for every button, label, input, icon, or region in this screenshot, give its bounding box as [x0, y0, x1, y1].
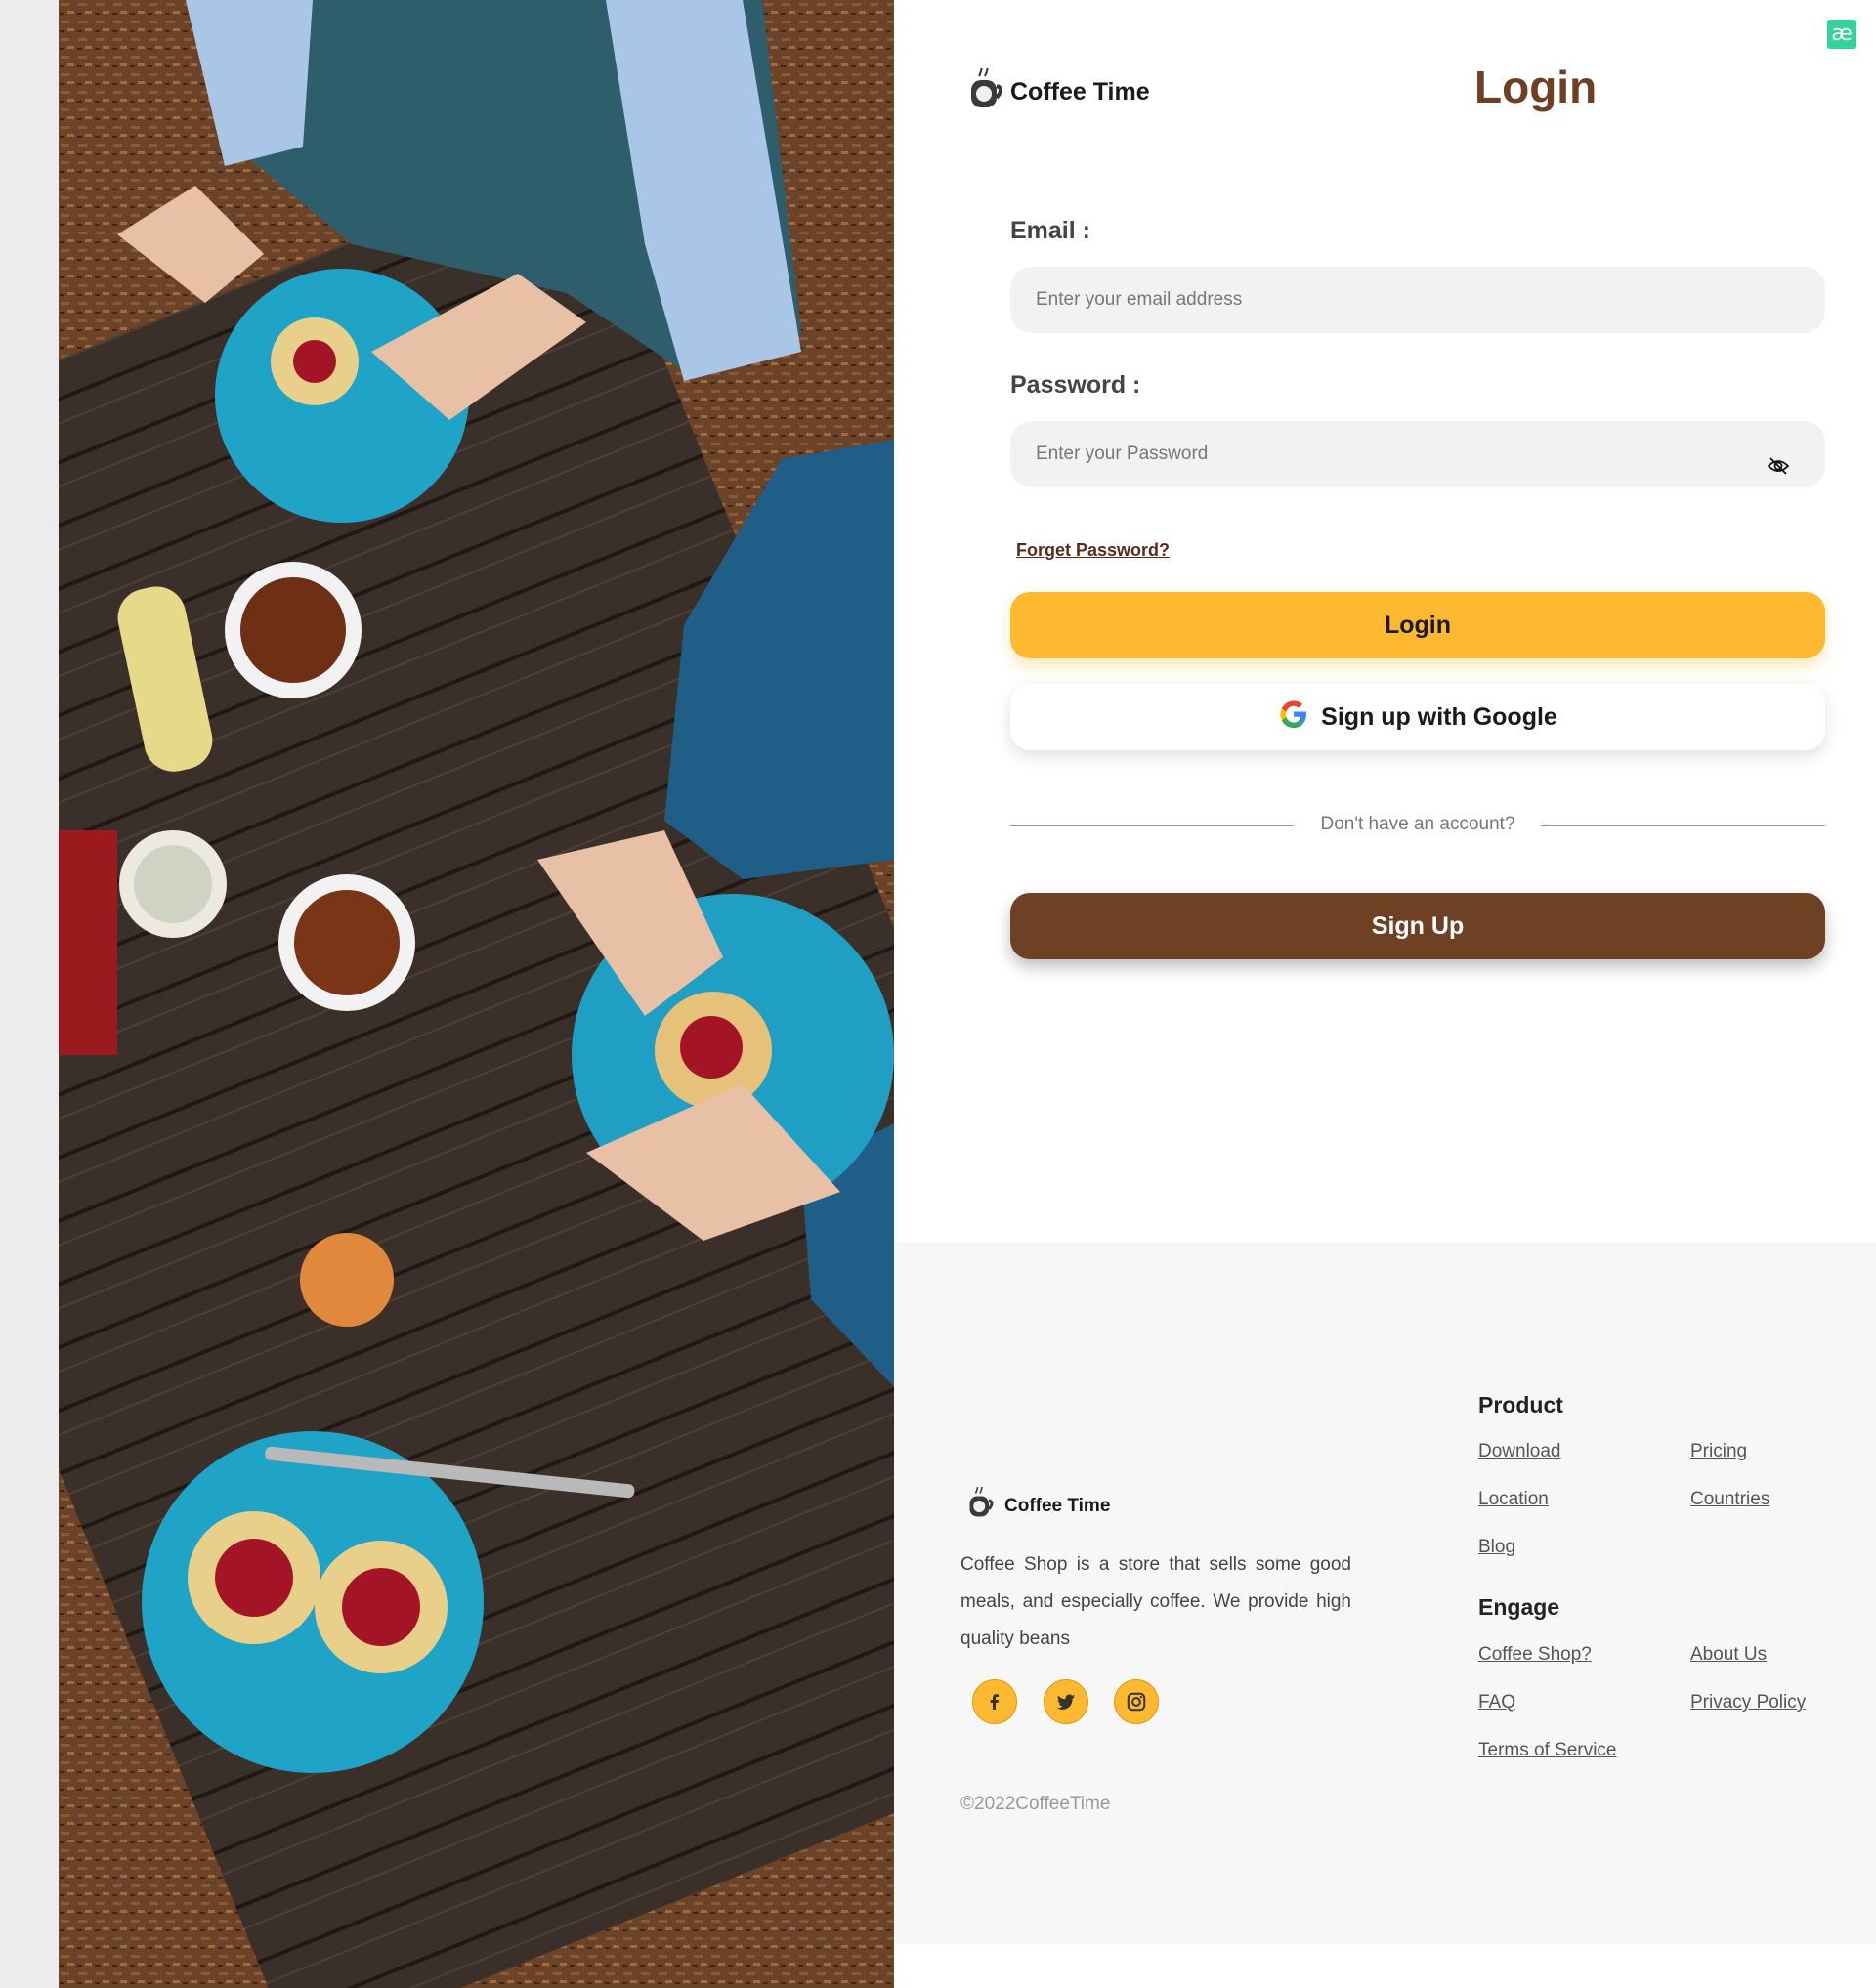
password-label: Password :: [1010, 371, 1141, 399]
footer-link-privacy-policy[interactable]: Privacy Policy: [1690, 1692, 1806, 1713]
facebook-icon[interactable]: [972, 1679, 1017, 1724]
brand-logo[interactable]: Coffee Time: [965, 62, 1150, 116]
footer-link-about-us[interactable]: About Us: [1690, 1644, 1767, 1666]
footer-link-countries[interactable]: Countries: [1690, 1489, 1769, 1510]
password-field[interactable]: [1010, 421, 1825, 487]
no-account-text: Don't have an account?: [1320, 814, 1515, 834]
google-signup-button[interactable]: Sign up with Google: [1010, 684, 1825, 750]
signup-button-label: Sign Up: [1371, 911, 1465, 940]
footer-link-pricing[interactable]: Pricing: [1690, 1441, 1747, 1462]
footer-product-heading: Product: [1478, 1392, 1563, 1417]
email-field[interactable]: [1010, 267, 1825, 333]
footer-link-blog[interactable]: Blog: [1478, 1537, 1515, 1558]
footer-link-faq[interactable]: FAQ: [1478, 1692, 1515, 1713]
instagram-icon[interactable]: [1114, 1679, 1159, 1724]
forgot-password-link[interactable]: Forget Password?: [1016, 540, 1170, 561]
eye-off-icon[interactable]: [1767, 454, 1790, 478]
hero-photo: [59, 0, 894, 1988]
footer-link-location[interactable]: Location: [1478, 1489, 1549, 1510]
twitter-icon[interactable]: [1044, 1679, 1088, 1724]
copyright-text: ©2022CoffeeTime: [960, 1794, 1111, 1814]
brand-name: Coffee Time: [1010, 78, 1150, 106]
page-title: Login: [1474, 62, 1598, 112]
coffee-cup-logo-icon: [965, 62, 1004, 116]
google-icon: [1278, 698, 1309, 737]
email-label: Email :: [1010, 217, 1090, 244]
footer-brand[interactable]: Coffee Time: [965, 1482, 1111, 1525]
footer-brand-name: Coffee Time: [1004, 1495, 1111, 1516]
signup-button[interactable]: Sign Up: [1010, 893, 1825, 959]
login-button-label: Login: [1384, 611, 1452, 639]
left-margin-strip: [0, 0, 59, 1988]
footer-link-coffee-shop[interactable]: Coffee Shop?: [1478, 1644, 1592, 1666]
footer-link-terms[interactable]: Terms of Service: [1478, 1740, 1616, 1761]
footer-engage-heading: Engage: [1478, 1594, 1560, 1620]
page-bottom: [894, 1944, 1876, 1988]
login-button[interactable]: Login: [1010, 592, 1825, 658]
coffee-cup-logo-icon: [965, 1482, 995, 1525]
extension-ae-icon[interactable]: æ: [1827, 20, 1856, 49]
footer-description: Coffee Shop is a store that sells some g…: [960, 1554, 1351, 1649]
google-button-label: Sign up with Google: [1321, 702, 1557, 731]
footer-link-download[interactable]: Download: [1478, 1441, 1561, 1462]
